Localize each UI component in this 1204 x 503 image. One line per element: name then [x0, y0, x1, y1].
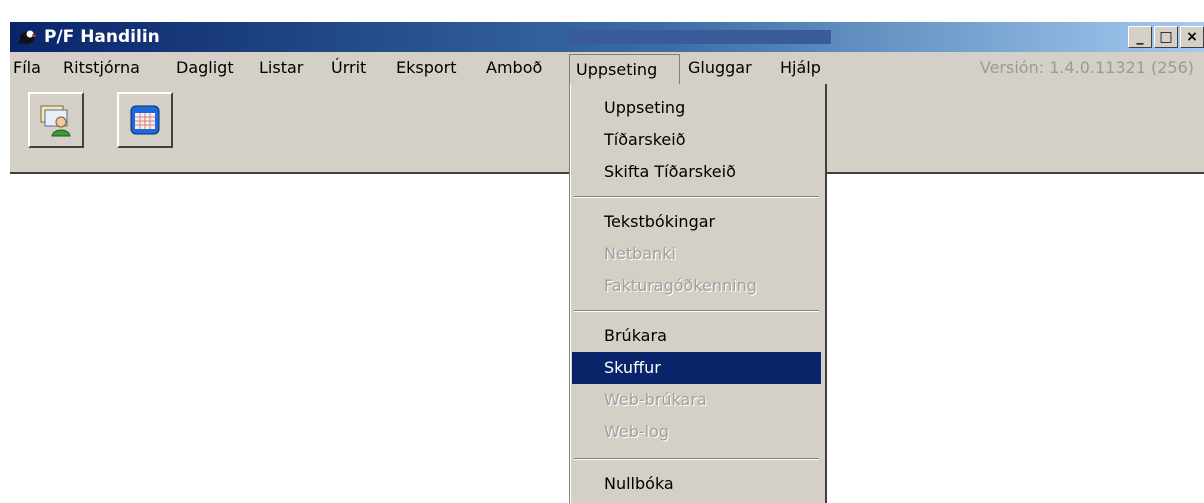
menu-lists[interactable]: Listar	[258, 58, 304, 80]
contacts-icon	[40, 105, 71, 137]
version-label: Versión: 1.4.0.11321 (256)	[979, 58, 1194, 77]
puffin-app-icon	[17, 30, 37, 45]
window-title: P/F Handilin	[44, 27, 160, 47]
menu-separator	[574, 310, 819, 312]
calendar-icon	[130, 105, 160, 135]
menu-file[interactable]: Fíla	[12, 58, 42, 80]
menu-separator	[574, 196, 819, 198]
menu-title-strip	[569, 30, 831, 44]
menu-item-netbank: Netbanki	[604, 244, 676, 263]
menu-export[interactable]: Eksport	[395, 58, 458, 80]
menu-item-switch-period[interactable]: Skifta Tíðarskeið	[572, 156, 821, 188]
menu-reports[interactable]: Úrrit	[330, 58, 367, 80]
menu-item-web-users: Web-brúkara	[604, 390, 707, 409]
menu-tools[interactable]: Amboð	[485, 58, 543, 80]
menu-item-invoice-approval: Fakturagóðkenning	[604, 276, 757, 295]
menu-settings[interactable]: Uppseting	[569, 54, 680, 84]
menu-item-drawers[interactable]: Skuffur	[572, 352, 821, 384]
close-button[interactable]: ×	[1180, 26, 1204, 48]
menu-window[interactable]: Gluggar	[687, 58, 753, 80]
menu-help[interactable]: Hjálp	[779, 58, 822, 80]
calendar-button[interactable]	[117, 92, 173, 148]
menu-daily[interactable]: Dagligt	[175, 58, 235, 80]
minimize-button[interactable]: _	[1128, 26, 1152, 48]
menu-separator	[574, 458, 819, 460]
menu-item-web-log: Web-log	[604, 422, 670, 441]
maximize-button[interactable]: □	[1154, 26, 1178, 48]
menu-item-users[interactable]: Brúkara	[572, 320, 821, 352]
contacts-button[interactable]	[28, 92, 84, 148]
menu-item-null-posting[interactable]: Nullbóka	[572, 468, 821, 500]
menu-item-uppseting[interactable]: Uppseting	[572, 92, 821, 124]
menu-edit[interactable]: Ritstjórna	[62, 58, 141, 80]
settings-dropdown-menu: Uppseting Tíðarskeið Skifta Tíðarskeið T…	[569, 84, 827, 503]
menu-bar: Fíla Ritstjórna Dagligt Listar Úrrit Eks…	[10, 52, 1204, 84]
menu-item-text-postings[interactable]: Tekstbókingar	[572, 206, 821, 238]
menu-item-periods[interactable]: Tíðarskeið	[572, 124, 821, 156]
